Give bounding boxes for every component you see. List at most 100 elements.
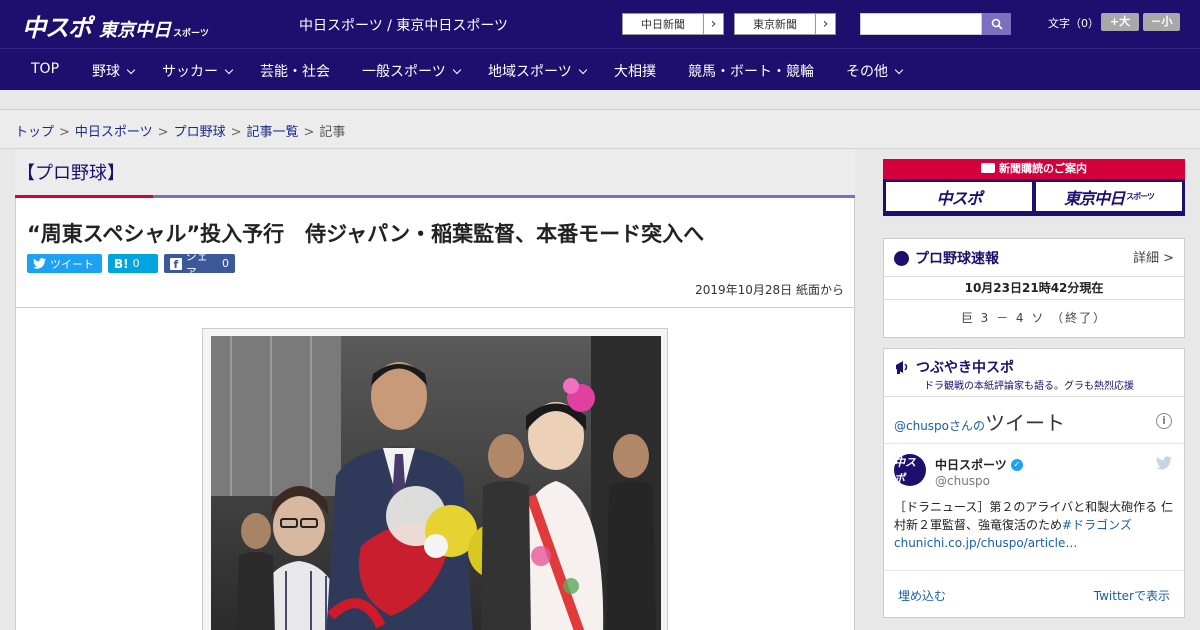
chevron-down-icon xyxy=(452,65,461,75)
share-buttons: ツイート B! 0 f シェア 0 xyxy=(27,250,235,279)
scores-title-label: プロ野球速報 xyxy=(915,251,999,267)
subscription-banner[interactable]: 新聞購読のご案内 中スポ 東京中日 スポーツ xyxy=(883,159,1185,216)
chevron-down-icon xyxy=(894,65,904,75)
tweet-card[interactable]: 中スポ 中日スポーツ ✓ @chuspo ［ドラニュース］第２のアライバと和製大… xyxy=(884,443,1184,571)
chunichi-shimbun-label: 中日新聞 xyxy=(641,18,685,31)
subscribe-tokyo-chunichi-label: 東京中日 xyxy=(1064,188,1125,208)
twitter-widget: つぶやき中スポ ドラ観戦の本紙評論家も語る。グラも熱烈応援 @chuspoさんの… xyxy=(883,348,1185,618)
search-box xyxy=(860,13,1011,35)
section-title: 【プロ野球】 xyxy=(17,163,125,184)
scores-timestamp: 10月23日21時42分現在 xyxy=(884,276,1184,300)
pro-baseball-scores: プロ野球速報 詳細 > 10月23日21時42分現在 巨 3 － 4 ソ （終了… xyxy=(883,238,1185,338)
nav-item-general-sports[interactable]: 一般スポーツ xyxy=(362,61,461,81)
nav-item-racing[interactable]: 競馬・ボート・競輪 xyxy=(688,61,814,81)
facebook-share-label: シェア xyxy=(185,249,208,279)
article-date: 2019年10月28日 紙面から xyxy=(695,283,844,297)
avatar[interactable]: 中スポ xyxy=(894,454,926,486)
nav-label: その他 xyxy=(846,64,888,80)
nav-label: 芸能・社会 xyxy=(260,64,330,80)
breadcrumb-bar: トップ > 中日スポーツ > プロ野球 > 記事一覧 > 記事 xyxy=(0,110,1200,149)
timeline-heading-label: ツイート xyxy=(985,411,1066,435)
hatena-icon: B! xyxy=(114,256,129,271)
breadcrumb-current: 記事 xyxy=(319,125,346,140)
tweet-account-name[interactable]: 中日スポーツ ✓ xyxy=(935,456,1023,473)
breadcrumb: トップ > 中日スポーツ > プロ野球 > 記事一覧 > 記事 xyxy=(15,121,345,140)
tweet-button[interactable]: ツイート xyxy=(27,254,102,273)
nav-label: 競馬・ボート・競輪 xyxy=(688,64,814,80)
tokyo-shimbun-label: 東京新聞 xyxy=(753,18,797,31)
facebook-share-count: 0 xyxy=(222,257,229,270)
article-headline: “周東スペシャル”投入予行 侍ジャパン・稲葉監督、本番モード突入へ xyxy=(27,222,705,246)
logo-main: 中スポ xyxy=(22,14,92,42)
facebook-share-button[interactable]: f シェア 0 xyxy=(164,250,235,279)
nav-label: 一般スポーツ xyxy=(362,64,446,80)
font-size-label: 文字（0） xyxy=(1048,17,1099,30)
nav-label: TOP xyxy=(31,61,60,77)
breadcrumb-top[interactable]: トップ xyxy=(15,125,54,140)
subscribe-chuspo-logo[interactable]: 中スポ xyxy=(886,182,1032,211)
embed-link[interactable]: 埋め込む xyxy=(898,587,946,604)
chevron-down-icon xyxy=(126,65,136,75)
hatena-bookmark-button[interactable]: B! 0 xyxy=(108,254,158,273)
breadcrumb-chuspo[interactable]: 中日スポーツ xyxy=(75,125,153,140)
site-logo[interactable]: 中スポ 東京中日 スポーツ xyxy=(22,8,209,43)
tweet-account-handle[interactable]: @chuspo xyxy=(935,474,990,488)
breadcrumb-separator: > xyxy=(230,125,242,140)
nav-item-top[interactable]: TOP xyxy=(31,61,59,77)
score-result[interactable]: 巨 3 － 4 ソ （終了） xyxy=(884,309,1184,326)
nav-item-soccer[interactable]: サッカー xyxy=(162,61,234,81)
chunichi-shimbun-button[interactable]: 中日新聞 › xyxy=(622,13,724,35)
view-on-twitter-link[interactable]: Twitterで表示 xyxy=(1094,587,1170,604)
subscribe-tokyo-chunichi-logo[interactable]: 東京中日 スポーツ xyxy=(1036,182,1182,211)
nav-item-baseball[interactable]: 野球 xyxy=(92,61,136,81)
logo-sub: 東京中日 xyxy=(99,20,171,41)
tweet-label: ツイート xyxy=(50,257,94,271)
twitter-widget-title: つぶやき中スポ xyxy=(894,357,1014,377)
nav-item-other[interactable]: その他 xyxy=(846,61,904,81)
breadcrumb-separator: > xyxy=(157,125,169,140)
newspaper-icon xyxy=(981,163,995,173)
scores-title: プロ野球速報 xyxy=(894,248,999,268)
header-spacer xyxy=(0,90,1200,110)
font-smaller-button[interactable]: －小 xyxy=(1143,13,1180,31)
nav-label: サッカー xyxy=(162,64,218,80)
nav-item-entertainment[interactable]: 芸能・社会 xyxy=(260,61,330,81)
search-button[interactable] xyxy=(982,13,1011,35)
subscription-logos: 中スポ 東京中日 スポーツ xyxy=(883,179,1185,214)
nav-label: 大相撲 xyxy=(614,64,656,80)
scores-detail-link[interactable]: 詳細 > xyxy=(1133,247,1174,266)
logo-sub-small: スポーツ xyxy=(173,29,209,39)
chevron-right-icon: › xyxy=(815,14,835,34)
breadcrumb-separator: > xyxy=(59,125,70,140)
chevron-down-icon xyxy=(578,65,587,75)
article-photo-frame xyxy=(202,328,668,630)
search-input[interactable] xyxy=(860,13,982,35)
hatena-count: 0 xyxy=(132,257,140,270)
tweet-text: ［ドラニュース］第２のアライバと和製大砲作る 仁村新２軍監督、強竜復活のため#ド… xyxy=(894,498,1174,552)
breadcrumb-article-list[interactable]: 記事一覧 xyxy=(247,125,299,140)
breadcrumb-pro-baseball[interactable]: プロ野球 xyxy=(174,125,226,140)
subscribe-logo-small: スポーツ xyxy=(1126,192,1155,201)
nav-item-regional-sports[interactable]: 地域スポーツ xyxy=(488,61,587,81)
subscription-header-label: 新聞購読のご案内 xyxy=(999,162,1087,175)
chevron-right-icon: › xyxy=(703,14,723,34)
main-nav: TOP 野球 サッカー 芸能・社会 一般スポーツ 地域スポーツ 大相撲 競馬・ボ… xyxy=(0,48,1200,90)
timeline-handle-link[interactable]: @chuspo xyxy=(894,419,949,433)
embedded-timeline: @chuspoさんのツイート i 中スポ 中日スポーツ ✓ @chuspo ［ド… xyxy=(884,396,1184,618)
tokyo-shimbun-button[interactable]: 東京新聞 › xyxy=(734,13,836,35)
site-name-link[interactable]: 中日スポーツ / 東京中日スポーツ xyxy=(299,15,508,35)
info-icon[interactable]: i xyxy=(1156,413,1172,429)
verified-badge-icon: ✓ xyxy=(1010,458,1023,471)
article-photo[interactable] xyxy=(211,336,661,630)
search-icon xyxy=(991,18,1003,30)
twitter-widget-title-label: つぶやき中スポ xyxy=(916,360,1014,376)
tweet-account-name-label: 中日スポーツ xyxy=(935,458,1007,472)
ceremony-photo-illustration xyxy=(211,336,661,630)
nav-item-sumo[interactable]: 大相撲 xyxy=(614,61,656,81)
font-larger-button[interactable]: +大 xyxy=(1101,13,1139,31)
twitter-bird-icon[interactable] xyxy=(1156,456,1172,470)
subscription-header: 新聞購読のご案内 xyxy=(883,159,1185,179)
chevron-down-icon xyxy=(224,65,234,75)
nav-label: 野球 xyxy=(92,64,120,80)
breadcrumb-separator: > xyxy=(303,125,315,140)
